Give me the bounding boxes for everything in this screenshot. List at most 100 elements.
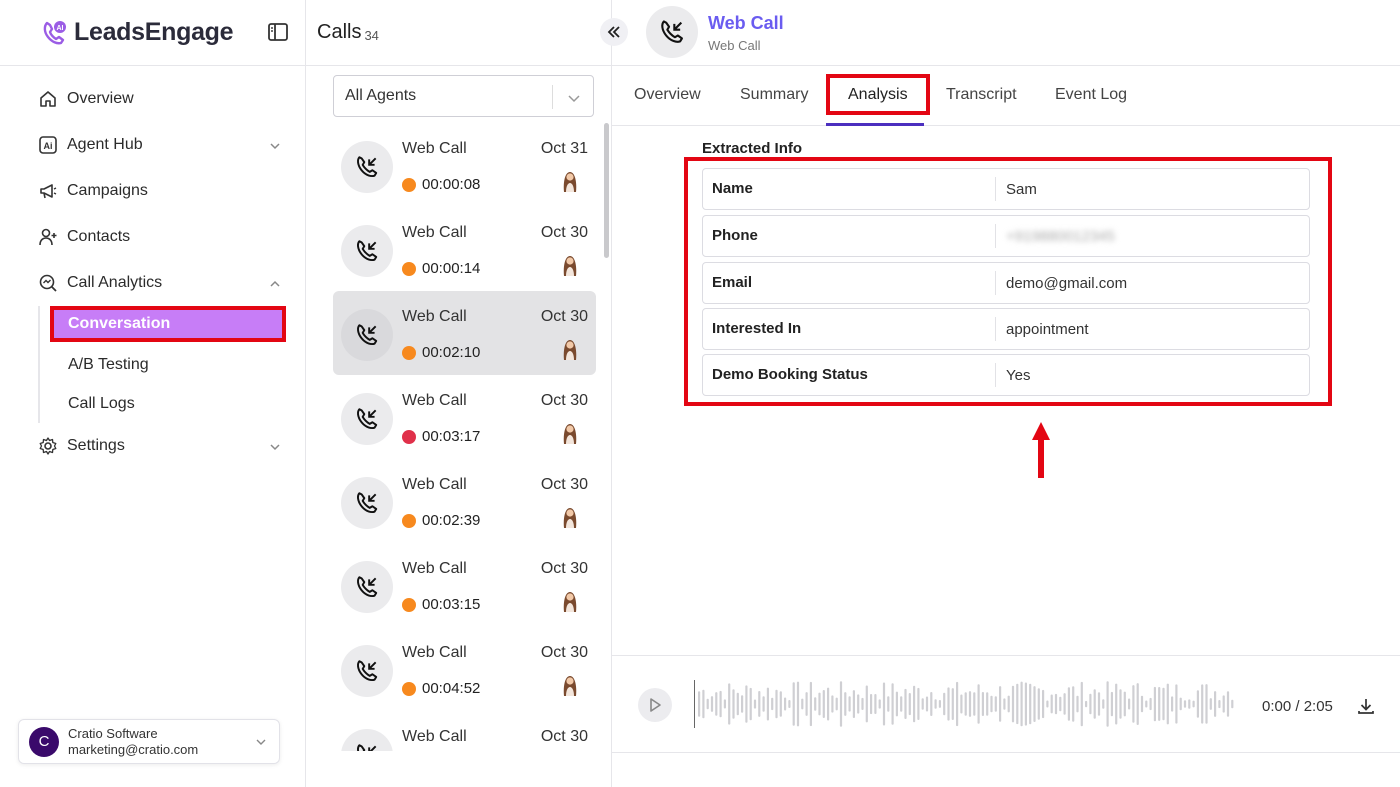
sidebar-item-agent-hub[interactable]: Ai Agent Hub xyxy=(0,122,305,168)
call-name: Web Call xyxy=(402,308,467,325)
svg-text:Ai: Ai xyxy=(44,141,53,151)
tab-transcript[interactable]: Transcript xyxy=(946,86,1017,104)
agent-avatar xyxy=(558,336,582,362)
brand-name: LeadsEngage xyxy=(74,18,234,46)
sidebar-item-contacts[interactable]: Contacts xyxy=(0,214,305,260)
info-value: Sam xyxy=(1006,180,1037,198)
calls-header: Calls 34 xyxy=(306,0,611,66)
incoming-call-icon xyxy=(341,309,393,361)
call-list-item[interactable]: Web Call Oct 31 00:00:08 xyxy=(333,123,596,207)
status-dot xyxy=(402,345,416,360)
sub-item-conversation[interactable]: Conversation xyxy=(50,306,286,342)
call-title: Web Call xyxy=(708,13,784,33)
info-value: +919880012345 xyxy=(1006,227,1115,245)
agent-avatar xyxy=(558,168,582,194)
sidebar-item-label: Agent Hub xyxy=(67,136,143,153)
play-button[interactable] xyxy=(638,688,672,722)
incoming-call-icon xyxy=(341,477,393,529)
status-dot xyxy=(402,177,416,192)
call-list-item[interactable]: Web Call Oct 30 00:02:39 xyxy=(333,459,596,543)
info-row-name: Name Sam xyxy=(702,168,1310,210)
megaphone-icon xyxy=(38,181,58,201)
status-dot xyxy=(402,681,416,696)
call-detail: Web Call Web Call Overview Summary Analy… xyxy=(612,0,1400,787)
call-list: Web Call Oct 31 00:00:08 Web Call Oct 30 00:0… xyxy=(333,123,597,751)
sidebar: AI LeadsEngage Overview Ai Agent Hub Cam… xyxy=(0,0,306,787)
chevron-down-icon xyxy=(270,444,280,451)
detail-tabs: Overview Summary Analysis Transcript Eve… xyxy=(612,66,1400,126)
collapse-panel-button[interactable] xyxy=(600,18,628,46)
agent-avatar xyxy=(558,504,582,530)
tab-summary[interactable]: Summary xyxy=(740,86,808,104)
call-duration-value: 00:00:14 xyxy=(422,260,481,277)
call-date: Oct 30 xyxy=(540,728,588,745)
account-name: Cratio Software xyxy=(68,725,158,741)
sidebar-item-label: Overview xyxy=(67,90,134,107)
info-key: Interested In xyxy=(703,317,996,341)
call-name: Web Call xyxy=(402,476,467,493)
double-chevron-left-icon xyxy=(607,26,620,38)
calls-panel: Calls 34 All Agents Web Call Oct 31 00:00:… xyxy=(306,0,628,787)
sidebar-item-overview[interactable]: Overview xyxy=(0,76,305,122)
call-name: Web Call xyxy=(402,140,467,157)
call-duration: 00:03:17 xyxy=(402,428,480,445)
sidebar-item-label: Call Analytics xyxy=(67,274,163,291)
sidebar-item-campaigns[interactable]: Campaigns xyxy=(0,168,305,214)
account-switcher[interactable]: C Cratio Software marketing@cratio.com xyxy=(18,719,280,764)
call-list-item[interactable]: Web Call Oct 30 00:00:14 xyxy=(333,207,596,291)
call-duration: 00:03:15 xyxy=(402,596,480,613)
call-date: Oct 30 xyxy=(540,392,588,409)
sub-item-label: A/B Testing xyxy=(68,355,149,373)
agent-filter-value: All Agents xyxy=(345,87,417,104)
incoming-call-icon xyxy=(341,729,393,751)
info-key: Phone xyxy=(703,224,996,248)
call-duration: 00:00:08 xyxy=(402,176,480,193)
calls-scrollbar[interactable] xyxy=(604,123,609,258)
sub-item-label: Conversation xyxy=(68,315,171,332)
sidebar-item-label: Campaigns xyxy=(67,182,148,199)
analytics-icon xyxy=(38,273,58,293)
sidebar-item-settings[interactable]: Settings xyxy=(0,423,305,469)
call-list-item[interactable]: Web Call Oct 30 00:03:15 xyxy=(333,543,596,627)
call-duration: 00:04:52 xyxy=(402,680,480,697)
status-dot xyxy=(402,429,416,444)
user-plus-icon xyxy=(38,227,58,247)
gear-icon xyxy=(38,436,58,456)
brand-logo[interactable]: AI LeadsEngage xyxy=(40,18,234,48)
call-duration-value: 00:03:17 xyxy=(422,428,481,445)
call-date: Oct 30 xyxy=(540,644,588,661)
call-date: Oct 30 xyxy=(540,560,588,577)
audio-waveform[interactable] xyxy=(694,678,1240,730)
agent-filter-select[interactable]: All Agents xyxy=(333,75,594,117)
call-subtitle: Web Call xyxy=(708,38,761,53)
call-list-item[interactable]: Web Call Oct 30 xyxy=(333,711,596,751)
call-duration: 00:02:39 xyxy=(402,512,480,529)
call-duration: 00:00:14 xyxy=(402,260,480,277)
sidebar-item-call-analytics[interactable]: Call Analytics xyxy=(0,260,305,306)
calls-count: 34 xyxy=(364,28,379,43)
incoming-call-icon xyxy=(341,561,393,613)
call-duration-value: 00:02:39 xyxy=(422,512,481,529)
sidebar-toggle-icon[interactable] xyxy=(266,20,290,44)
call-name: Web Call xyxy=(402,644,467,661)
call-list-item[interactable]: Web Call Oct 30 00:03:17 xyxy=(333,375,596,459)
call-list-item[interactable]: Web Call Oct 30 00:04:52 xyxy=(333,627,596,711)
call-duration: 00:02:10 xyxy=(402,344,480,361)
call-list-item[interactable]: Web Call Oct 30 00:02:10 xyxy=(333,291,596,375)
sidebar-nav: Overview Ai Agent Hub Campaigns Contacts… xyxy=(0,66,305,469)
sub-item-ab-testing[interactable]: A/B Testing xyxy=(50,345,305,384)
chevron-up-icon xyxy=(270,280,280,287)
download-icon[interactable] xyxy=(1356,696,1376,716)
status-dot xyxy=(402,513,416,528)
tab-event-log[interactable]: Event Log xyxy=(1055,86,1127,104)
sub-item-call-logs[interactable]: Call Logs xyxy=(50,384,305,423)
active-tab-underline xyxy=(826,123,924,126)
audio-player: 0:00 / 2:05 xyxy=(612,655,1400,753)
app-root: AI LeadsEngage Overview Ai Agent Hub Cam… xyxy=(0,0,1400,787)
tab-overview[interactable]: Overview xyxy=(634,86,701,104)
info-row-email: Email demo@gmail.com xyxy=(702,262,1310,304)
agent-avatar xyxy=(558,420,582,446)
sidebar-item-label: Contacts xyxy=(67,228,131,245)
agent-avatar xyxy=(558,588,582,614)
logo-row: AI LeadsEngage xyxy=(0,0,305,66)
